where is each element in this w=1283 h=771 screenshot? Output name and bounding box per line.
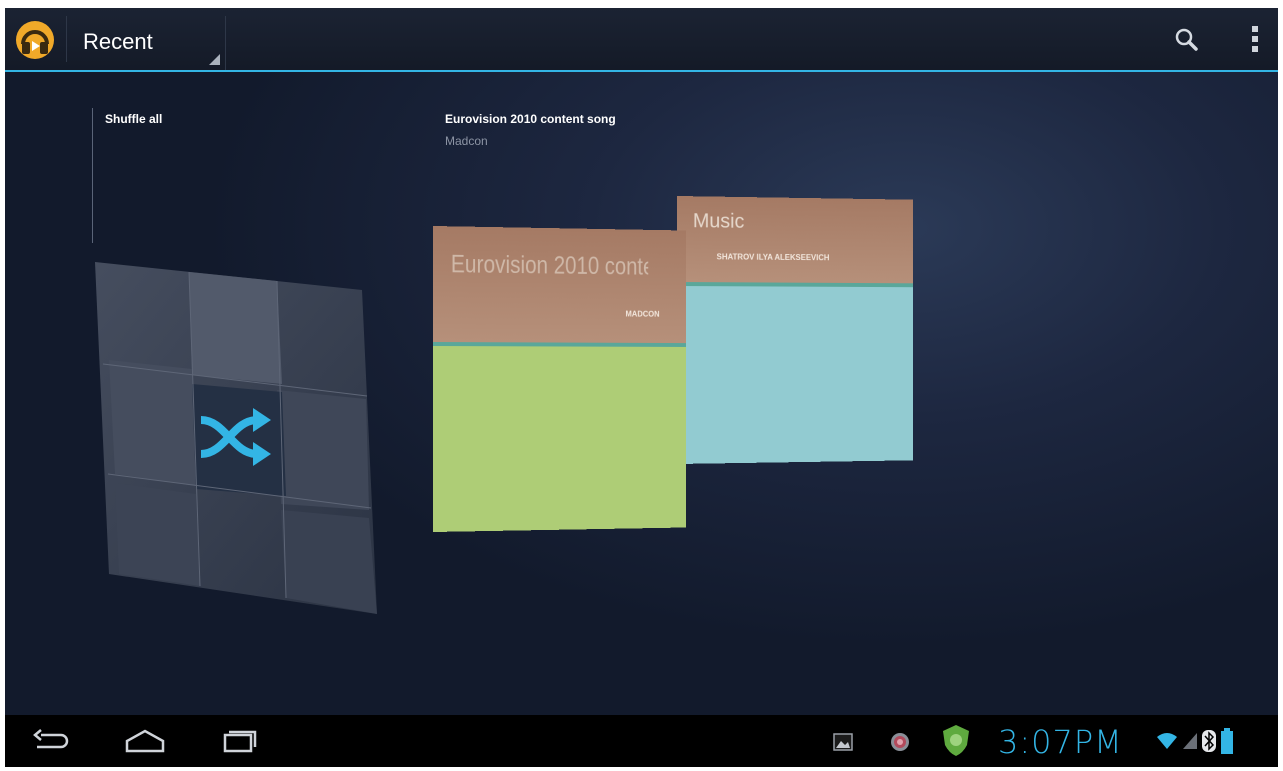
album-card-title: Eurovision 2010 conte bbox=[450, 250, 649, 281]
album-card-header: Music SHATROV ILYA ALEKSEEVICH bbox=[677, 196, 913, 288]
headphones-icon[interactable] bbox=[15, 20, 55, 60]
search-button[interactable] bbox=[1169, 22, 1205, 58]
shield-notification-icon[interactable] bbox=[941, 723, 971, 762]
shuffle-all-label: Shuffle all bbox=[105, 112, 163, 126]
search-icon bbox=[1175, 28, 1198, 51]
back-icon bbox=[33, 729, 69, 749]
song-title[interactable]: Eurovision 2010 content song bbox=[445, 112, 616, 126]
album-card-music[interactable]: Music SHATROV ILYA ALEKSEEVICH bbox=[677, 196, 913, 464]
album-card-eurovision[interactable]: Eurovision 2010 conte MADCON bbox=[433, 226, 686, 532]
dropdown-caret-icon bbox=[209, 54, 220, 65]
app-notification-icon[interactable] bbox=[889, 731, 911, 758]
album-card-artist: MADCON bbox=[625, 309, 660, 319]
album-card-artist: SHATROV ILYA ALEKSEEVICH bbox=[716, 252, 830, 263]
album-card-body bbox=[433, 346, 686, 532]
wifi-icon bbox=[1155, 731, 1179, 756]
status-clock: 3:07PM bbox=[998, 723, 1123, 761]
home-button[interactable] bbox=[121, 725, 169, 757]
gallery-notification-icon[interactable] bbox=[833, 733, 853, 756]
album-card-title: Music bbox=[692, 210, 745, 233]
action-bar: Recent bbox=[5, 8, 1278, 72]
battery-icon bbox=[1221, 728, 1233, 759]
system-navigation-bar: 3:07PM bbox=[5, 715, 1278, 767]
overflow-menu-button[interactable] bbox=[1237, 22, 1273, 58]
section-divider bbox=[92, 108, 93, 243]
album-card-header: Eurovision 2010 conte MADCON bbox=[433, 226, 686, 347]
album-card-body bbox=[677, 286, 913, 464]
signal-icon bbox=[1181, 731, 1199, 756]
bluetooth-icon bbox=[1201, 729, 1217, 758]
divider bbox=[225, 16, 226, 70]
screen: Recent Shuffle all Eurovision 2010 conte… bbox=[5, 8, 1278, 767]
recent-apps-button[interactable] bbox=[215, 725, 263, 757]
view-selector-label: Recent bbox=[83, 29, 153, 54]
recent-apps-icon bbox=[223, 730, 257, 753]
home-icon bbox=[125, 729, 165, 753]
back-button[interactable] bbox=[27, 725, 75, 757]
song-artist: Madcon bbox=[445, 134, 488, 148]
view-selector-dropdown[interactable]: Recent bbox=[67, 12, 225, 68]
